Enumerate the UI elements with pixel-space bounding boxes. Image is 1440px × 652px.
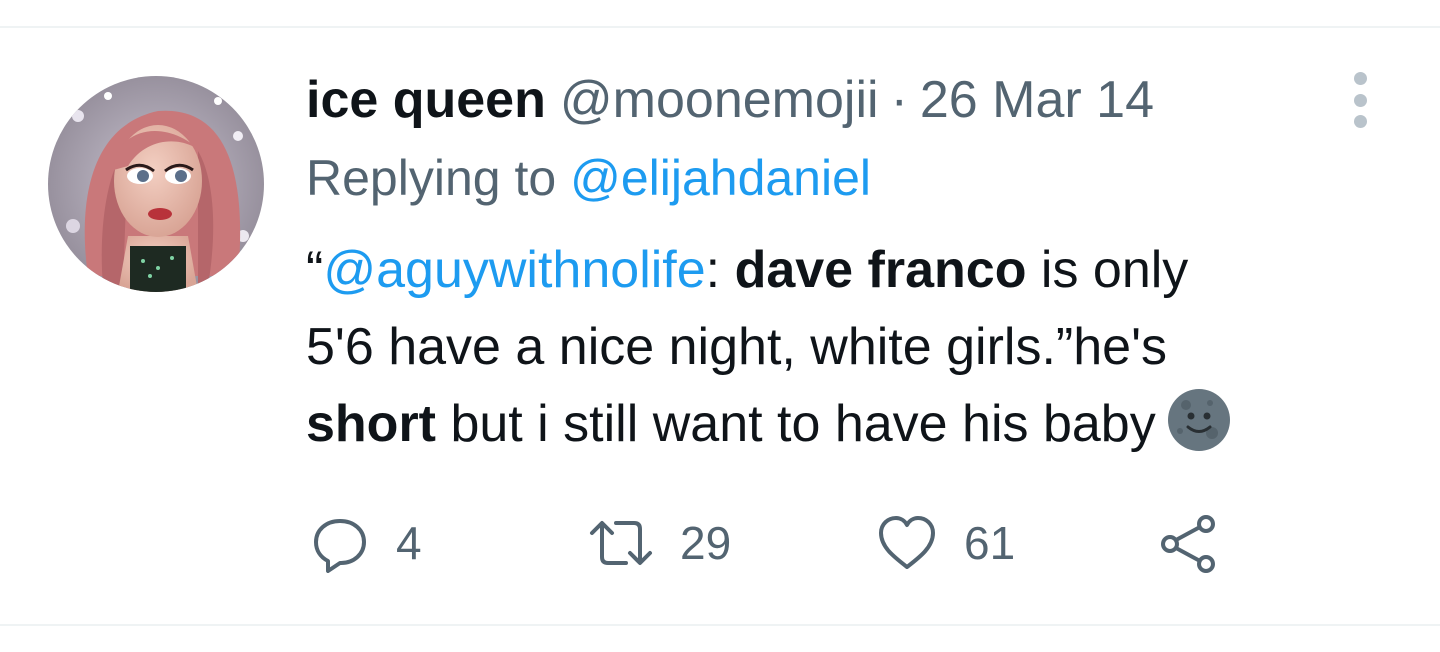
bottom-divider: [0, 624, 1440, 626]
full-moon-face-icon: [1167, 389, 1230, 451]
tweet-text-line: 5'6 have a nice night, white girls.”he's: [306, 318, 1167, 376]
tweet-text-line: “@aguywithnolife: dave franco is only: [306, 232, 1386, 309]
tweet-text-line: short but i still want to have his baby: [306, 386, 1386, 463]
reply-button[interactable]: 4: [310, 508, 422, 578]
share-icon: [1161, 515, 1215, 573]
retweet-icon: [590, 521, 652, 565]
more-dot: [1353, 72, 1367, 85]
avatar-image: [48, 76, 264, 292]
tweet-header: ice queen @moonemojii · 26 Mar 14: [306, 64, 1386, 136]
more-dot: [1353, 115, 1367, 128]
tweet-actions: 4 29 61: [306, 508, 1306, 578]
like-button[interactable]: 61: [876, 508, 1015, 578]
author-name[interactable]: ice queen: [306, 64, 546, 136]
more-options-icon[interactable]: [1338, 72, 1382, 128]
tweet-date[interactable]: 26 Mar 14: [920, 64, 1154, 136]
reply-icon: [314, 519, 366, 573]
quote-open: “: [306, 241, 324, 299]
tweet-card[interactable]: ice queen @moonemojii · 26 Mar 14 Replyi…: [0, 0, 1440, 652]
reply-count: 4: [396, 517, 422, 569]
replying-prefix: Replying to: [306, 150, 557, 206]
tweet-content: ice queen @moonemojii · 26 Mar 14 Replyi…: [306, 64, 1386, 463]
more-dot: [1353, 93, 1367, 107]
top-divider: [0, 26, 1440, 28]
avatar[interactable]: [48, 76, 264, 292]
mention-link[interactable]: @aguywithnolife: [323, 241, 705, 299]
replying-to: Replying to @elijahdaniel: [306, 146, 1386, 210]
retweet-button[interactable]: 29: [588, 508, 731, 578]
bold-text: dave franco: [734, 241, 1027, 299]
text-fragment: is only: [1026, 241, 1189, 299]
share-button[interactable]: [1158, 508, 1220, 578]
header-separator: ·: [890, 71, 908, 129]
bold-text: short: [306, 395, 436, 453]
text-fragment: but i still want to have his baby: [436, 395, 1156, 453]
replying-to-mention[interactable]: @elijahdaniel: [570, 150, 871, 206]
like-count: 61: [964, 517, 1016, 569]
author-handle[interactable]: @moonemojii: [560, 64, 879, 136]
heart-icon: [879, 516, 935, 569]
retweet-count: 29: [680, 517, 732, 569]
text-fragment: :: [705, 241, 735, 299]
tweet-text: “@aguywithnolife: dave franco is only 5'…: [306, 232, 1386, 463]
